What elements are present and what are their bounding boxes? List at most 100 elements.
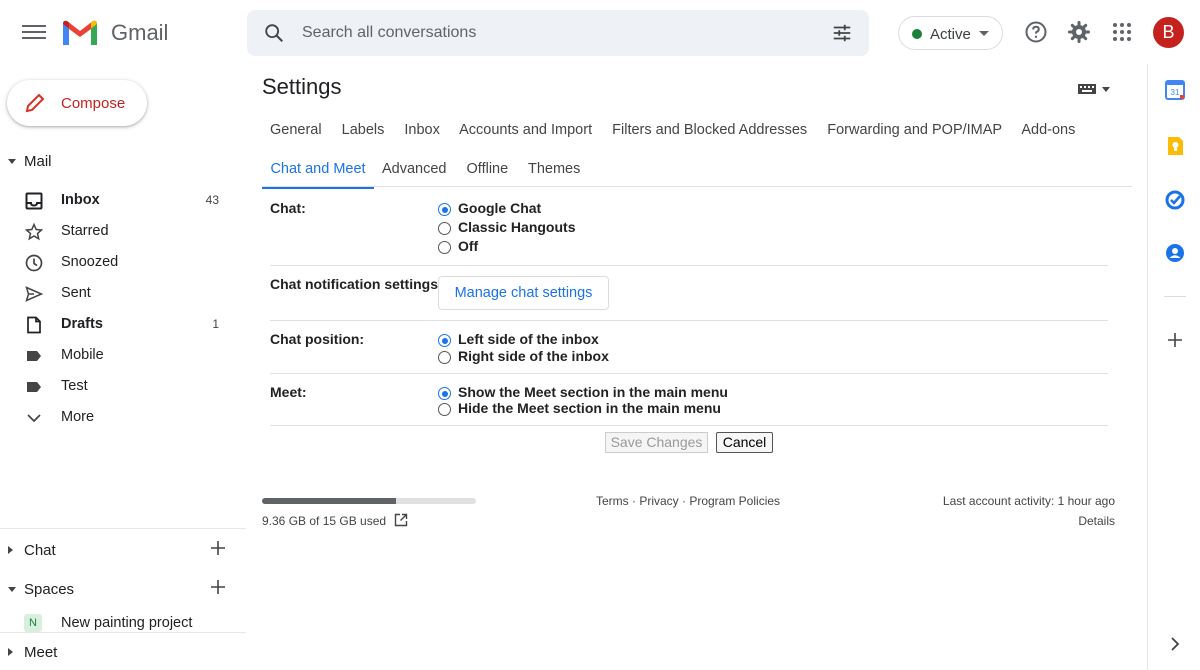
radio-button[interactable]: [438, 334, 451, 347]
meet-setting-label: Meet:: [270, 384, 307, 400]
sidebar-item-mobile[interactable]: Mobile: [0, 341, 236, 371]
input-tools-icon[interactable]: [1078, 82, 1112, 96]
status-dot: [912, 29, 922, 39]
caret-right-icon: [8, 648, 13, 656]
caret-down-icon: [979, 31, 989, 36]
manage-chat-settings-button[interactable]: Manage chat settings: [438, 276, 609, 310]
sidebar-item-drafts[interactable]: Drafts 1: [0, 310, 236, 340]
activity-details-link[interactable]: Details: [1078, 514, 1115, 528]
page-title: Settings: [262, 74, 342, 99]
chevron-down-icon: [27, 414, 41, 423]
sidebar-item-label: Drafts: [61, 316, 103, 332]
inbox-icon: [25, 192, 43, 210]
compose-button[interactable]: Compose: [7, 80, 147, 126]
label-icon: [27, 382, 41, 392]
status-selector[interactable]: Active: [898, 16, 1003, 50]
tab-offline[interactable]: Offline: [467, 161, 509, 177]
chat-position-label: Chat position:: [270, 331, 365, 347]
search-bar[interactable]: Search all conversations: [247, 10, 869, 56]
cancel-button[interactable]: Cancel: [716, 432, 773, 453]
tab-filters[interactable]: Filters and Blocked Addresses: [612, 122, 807, 138]
radio-button[interactable]: [438, 403, 451, 416]
sidebar-item-label: Inbox: [61, 192, 100, 208]
tab-forwarding[interactable]: Forwarding and POP/IMAP: [827, 122, 1002, 138]
chat-setting-label: Chat:: [270, 200, 306, 216]
sidebar-item-snoozed[interactable]: Snoozed: [0, 248, 236, 278]
apps-grid-icon[interactable]: [1110, 20, 1134, 44]
sidebar-item-more[interactable]: More: [0, 403, 236, 433]
sidebar-item-label: Sent: [61, 285, 91, 301]
calendar-icon[interactable]: 31: [1165, 80, 1185, 100]
search-input[interactable]: Search all conversations: [302, 24, 476, 42]
radio-label: Left side of the inbox: [458, 331, 599, 347]
divider: [1164, 296, 1186, 297]
tab-addons[interactable]: Add-ons: [1021, 122, 1075, 138]
gmail-logo[interactable]: [60, 16, 100, 48]
sidebar-item-sent[interactable]: Sent: [0, 279, 236, 309]
chat-notification-label: Chat notification settings:: [270, 276, 443, 292]
help-icon[interactable]: [1024, 20, 1048, 44]
divider: [0, 632, 246, 633]
settings-tabs-row2: Advanced Offline Themes: [382, 161, 596, 177]
radio-button[interactable]: [438, 387, 451, 400]
label-icon: [27, 351, 41, 361]
radio-label: Classic Hangouts: [458, 219, 576, 235]
sidebar-item-inbox[interactable]: Inbox 43: [0, 186, 236, 216]
radio-label: Off: [458, 238, 479, 254]
chat-section-label: Chat: [24, 542, 56, 559]
radio-label: Hide the Meet section in the main menu: [458, 400, 721, 416]
radio-button[interactable]: [438, 222, 451, 235]
caret-down-icon: [8, 587, 16, 592]
sidebar-item-test[interactable]: Test: [0, 372, 236, 402]
divider: [270, 320, 1108, 321]
spaces-section-toggle[interactable]: Spaces: [0, 580, 246, 602]
brand-name: Gmail: [111, 20, 169, 45]
save-changes-button[interactable]: Save Changes: [605, 432, 708, 453]
account-avatar[interactable]: B: [1153, 17, 1184, 48]
external-link-icon[interactable]: [394, 513, 408, 527]
caret-right-icon: [8, 546, 13, 554]
divider: [270, 373, 1108, 374]
tasks-icon[interactable]: [1165, 190, 1185, 210]
settings-gear-icon[interactable]: [1067, 20, 1091, 44]
tab-general[interactable]: General: [270, 122, 322, 138]
radio-button[interactable]: [438, 241, 451, 254]
radio-label: Show the Meet section in the main menu: [458, 384, 728, 400]
contacts-icon[interactable]: [1165, 243, 1185, 263]
add-icon[interactable]: [1165, 330, 1185, 350]
add-chat-icon[interactable]: [209, 539, 227, 557]
main-menu-icon[interactable]: [22, 22, 46, 42]
clock-icon: [25, 254, 43, 272]
search-icon[interactable]: [263, 22, 285, 44]
divider: [270, 265, 1108, 266]
keep-icon[interactable]: [1165, 136, 1185, 156]
meet-section-label: Meet: [24, 644, 58, 661]
storage-meter-fill: [262, 498, 396, 504]
storage-usage: 9.36 GB of 15 GB used: [262, 514, 387, 528]
mail-section-label: Mail: [24, 153, 52, 170]
top-header: Gmail Search all conversations Active B: [0, 0, 1200, 64]
chevron-right-icon[interactable]: [1165, 634, 1185, 654]
tab-inbox[interactable]: Inbox: [404, 122, 439, 138]
tab-themes[interactable]: Themes: [528, 161, 580, 177]
chat-section-toggle[interactable]: Chat: [0, 541, 246, 563]
side-panel: 31: [1147, 64, 1200, 670]
radio-button[interactable]: [438, 351, 451, 364]
radio-button[interactable]: [438, 203, 451, 216]
space-avatar: N: [24, 614, 42, 632]
space-name: New painting project: [61, 615, 193, 631]
sidebar-item-starred[interactable]: Starred: [0, 217, 236, 247]
tabs-divider: [262, 186, 1132, 187]
tab-labels[interactable]: Labels: [342, 122, 385, 138]
tab-accounts[interactable]: Accounts and Import: [459, 122, 592, 138]
compose-label: Compose: [61, 95, 126, 112]
send-icon: [25, 286, 43, 302]
star-icon: [25, 223, 43, 241]
search-options-icon[interactable]: [831, 22, 853, 44]
gmail-app: Gmail Search all conversations Active B …: [0, 0, 1200, 670]
tab-advanced[interactable]: Advanced: [382, 161, 447, 177]
footer-policy-links[interactable]: Terms · Privacy · Program Policies: [596, 494, 780, 508]
pencil-icon: [25, 93, 45, 113]
add-space-icon[interactable]: [209, 578, 227, 596]
tab-chat-and-meet[interactable]: Chat and Meet: [262, 152, 374, 189]
